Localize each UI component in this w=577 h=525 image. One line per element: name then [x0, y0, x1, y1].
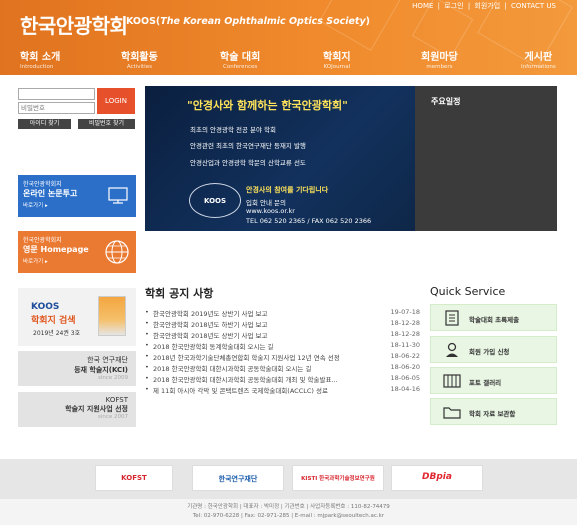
- notice-item[interactable]: • 2018 한국안광학회 동계학술대회 오시는 길 18-11-30: [145, 341, 420, 352]
- notices-list: • 한국안광학회 2019년도 상반기 사업 보고 19-07-18 • 한국안…: [145, 308, 420, 396]
- notices-title: 학회 공지 사항: [145, 287, 214, 300]
- site-logo-korean[interactable]: 한국안광학회: [20, 10, 128, 39]
- quick-member-signup[interactable]: 회원 가입 신청: [430, 336, 557, 363]
- quick-abstract-submission[interactable]: 학술대회 초록제출: [430, 304, 557, 331]
- quick-photo-gallery[interactable]: 포토 갤러리: [430, 367, 557, 394]
- hero-info: 입회 안내 문의: [246, 199, 287, 207]
- main-nav: 학회 소개 Introduction 학회활동 Activities 학술 대회…: [0, 45, 577, 75]
- kofst-badge-box: KOFST 학술지 지원사업 선정 since 2007: [18, 392, 136, 427]
- gallery-icon: [443, 374, 461, 388]
- notice-item[interactable]: • 제 11회 아시아 각막 및 콘택트렌즈 국제학술대회(ACCLC) 성료 …: [145, 385, 420, 396]
- folder-icon: [443, 407, 461, 419]
- partner-logos-bar: KOFST 한국연구재단 KISTI 한국과학기술정보연구원 DBpia: [0, 459, 577, 499]
- top-utility-links: HOME | 로그인 | 회원가입 | CONTACT US: [411, 2, 557, 10]
- online-submission-banner[interactable]: 한국안광학회지 온라인 논문투고 바로가기 ▸: [18, 175, 136, 217]
- nav-item-members[interactable]: 회원마당 members: [421, 48, 458, 70]
- hero-banner: "안경사와 함께하는 한국안광학회" 최초의 안경광학 전공 분야 학회 안경관…: [145, 86, 415, 231]
- english-homepage-banner[interactable]: 한국안광학회지 영문 Homepage 바로가기 ▸: [18, 231, 136, 273]
- site-footer: 기관명 : 한국안광학회 | 대표자 : 박미정 | 기관번호 | 사업자등록번…: [0, 499, 577, 525]
- site-logo-english: KOOS(The Korean Ophthalmic Optics Societ…: [126, 16, 371, 27]
- signup-link[interactable]: 회원가입: [473, 2, 501, 10]
- login-link[interactable]: 로그인: [443, 2, 464, 10]
- schedule-panel: 주요일정: [415, 86, 557, 231]
- site-header: 한국안광학회 KOOS(The Korean Ophthalmic Optics…: [0, 0, 577, 75]
- quick-archive[interactable]: 학회 자료 보관함: [430, 398, 557, 425]
- footer-contact-line: Tel: 02-970-6228 | Fax: 02-971-285 | E-m…: [192, 513, 385, 519]
- hero-cta: 안경사의 참여를 기다립니다: [246, 186, 329, 194]
- kci-badge-box: 한국 연구재단 등재 학술지(KCI) since 2009: [18, 351, 136, 386]
- hero-info: www.koos.or.kr: [246, 207, 295, 215]
- nav-item-informations[interactable]: 게시판 Informations: [521, 48, 556, 70]
- nav-item-conferences[interactable]: 학술 대회 Conferences: [220, 48, 260, 70]
- notice-item[interactable]: • 한국안광학회 2019년도 상반기 사업 보고 19-07-18: [145, 308, 420, 319]
- partner-kisti-logo[interactable]: KISTI 한국과학기술정보연구원: [292, 465, 384, 491]
- notice-item[interactable]: • 한국안광학회 2018년도 상반기 사업 보고 18-12-28: [145, 330, 420, 341]
- nav-item-journal[interactable]: 학회지 KOJournal: [323, 48, 351, 70]
- hero-info: TEL 062 520 2365 / FAX 062 520 2366: [246, 217, 372, 225]
- partner-kofst-logo[interactable]: KOFST: [95, 465, 173, 491]
- person-icon: [446, 342, 458, 357]
- find-password-button[interactable]: 비밀번호 찾기: [78, 119, 135, 129]
- hero-line: 최초의 안경광학 전공 분야 학회: [190, 126, 277, 134]
- contact-us-link[interactable]: CONTACT US: [510, 2, 557, 10]
- journal-cover-image: [98, 296, 126, 336]
- home-link[interactable]: HOME: [411, 2, 434, 10]
- nav-item-introduction[interactable]: 학회 소개 Introduction: [20, 48, 60, 70]
- notice-item[interactable]: • 한국안광학회 2018년도 하반기 사업 보고 18-12-28: [145, 319, 420, 330]
- hero-title: "안경사와 함께하는 한국안광학회": [187, 99, 348, 112]
- globe-icon: [105, 240, 129, 264]
- notice-item[interactable]: • 2018 한국안광학회 대한시과학회 공동학술대회 오시는 길 18-06-…: [145, 363, 420, 374]
- notice-item[interactable]: • 2018 한국안광학회 대한시과학회 공동학술대회 개최 및 학술발표...…: [145, 374, 420, 385]
- quick-service-title: Quick Service: [430, 285, 506, 298]
- find-id-button[interactable]: 아이디 찾기: [18, 119, 71, 129]
- nav-item-activities[interactable]: 학회활동 Activities: [121, 48, 158, 70]
- notice-item[interactable]: • 2018년 한국과학기술단체총연합회 학술지 지원사업 12년 연속 선정 …: [145, 352, 420, 363]
- monitor-icon: [108, 187, 128, 204]
- hero-line: 안경산업과 안경광학 학문의 산학교류 선도: [190, 159, 306, 167]
- journal-search-box[interactable]: KOOS 학회지 검색 2019년 24권 3호: [18, 288, 136, 346]
- schedule-title: 주요일정: [431, 97, 461, 106]
- document-icon: [445, 310, 459, 326]
- password-input[interactable]: [18, 102, 95, 114]
- login-button[interactable]: LOGIN: [97, 88, 135, 114]
- partner-nrf-logo[interactable]: 한국연구재단: [192, 465, 284, 491]
- user-id-input[interactable]: [18, 88, 95, 100]
- hero-line: 안경관련 최초의 한국연구재단 등재지 발행: [190, 142, 306, 150]
- footer-info-line: 기관명 : 한국안광학회 | 대표자 : 박미정 | 기관번호 | 사업자등록번…: [187, 504, 390, 510]
- koos-seal-logo: KOOS: [189, 183, 241, 218]
- partner-dbpia-logo[interactable]: DBpia: [391, 465, 483, 491]
